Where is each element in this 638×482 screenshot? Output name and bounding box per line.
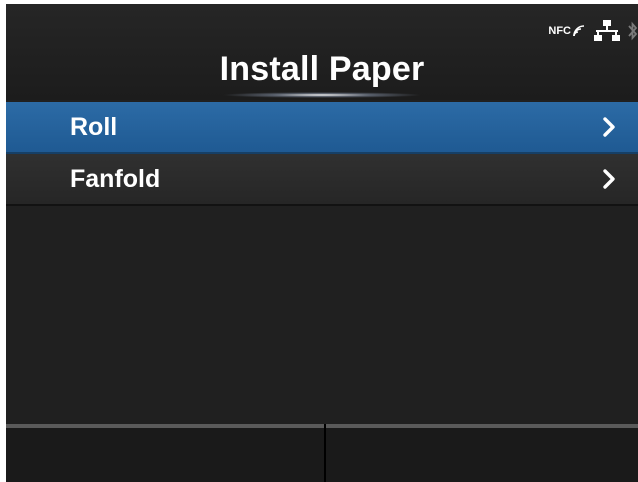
left-softkey[interactable] xyxy=(6,424,324,482)
bluetooth-icon xyxy=(628,19,638,43)
menu-item-label: Fanfold xyxy=(70,165,161,193)
menu-item-roll[interactable]: Roll xyxy=(6,102,638,154)
right-softkey[interactable] xyxy=(326,424,638,482)
header: NFC Install Paper xyxy=(6,4,638,100)
chevron-right-icon xyxy=(602,116,616,138)
status-bar: NFC xyxy=(548,16,638,46)
menu-item-fanfold[interactable]: Fanfold xyxy=(6,154,638,206)
chevron-right-icon xyxy=(602,168,616,190)
nfc-label: NFC xyxy=(548,25,571,37)
menu-item-label: Roll xyxy=(70,113,118,141)
printer-screen: NFC Install Paper Roll Fanfold xyxy=(6,4,638,482)
page-title: Install Paper xyxy=(219,50,425,88)
network-icon xyxy=(594,20,620,42)
softkey-bar xyxy=(6,424,638,482)
nfc-icon: NFC xyxy=(548,24,586,38)
menu-list: Roll Fanfold xyxy=(6,102,638,206)
title-underline-glow xyxy=(222,92,422,98)
